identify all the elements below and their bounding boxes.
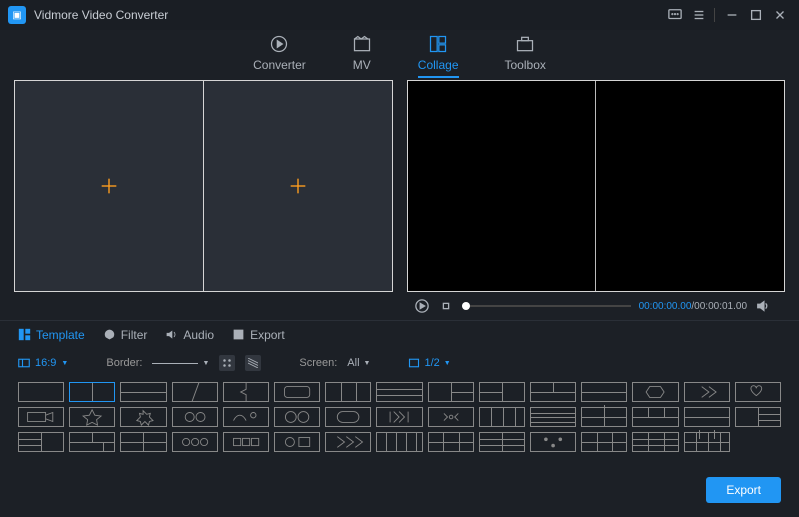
template-item[interactable]: [376, 432, 422, 452]
template-item[interactable]: [632, 382, 678, 402]
app-logo-icon: ▣: [8, 6, 26, 24]
template-item[interactable]: [684, 432, 730, 452]
template-grid: [0, 378, 799, 456]
feedback-icon[interactable]: [664, 4, 686, 26]
template-item[interactable]: [223, 382, 269, 402]
template-item[interactable]: [530, 382, 576, 402]
maximize-icon[interactable]: [745, 4, 767, 26]
subtab-template[interactable]: Template: [18, 328, 85, 342]
playback-bar: 00:00:00.00/00:00:01.00: [400, 292, 786, 320]
template-item[interactable]: [69, 407, 115, 427]
template-item[interactable]: [69, 382, 115, 402]
template-item[interactable]: [120, 432, 166, 452]
template-item[interactable]: [376, 407, 422, 427]
volume-icon[interactable]: [755, 298, 771, 314]
template-item[interactable]: [581, 382, 627, 402]
app-title: Vidmore Video Converter: [34, 8, 168, 22]
tab-converter[interactable]: Converter: [253, 34, 306, 76]
menu-icon[interactable]: [688, 4, 710, 26]
titlebar: ▣ Vidmore Video Converter: [0, 0, 799, 30]
tab-mv[interactable]: MV: [352, 34, 372, 76]
template-item[interactable]: [120, 407, 166, 427]
template-item[interactable]: [684, 382, 730, 402]
preview-cell-2: [596, 81, 784, 291]
template-item[interactable]: [428, 432, 474, 452]
template-item[interactable]: [172, 382, 218, 402]
time-display: 00:00:00.00/00:00:01.00: [639, 301, 747, 312]
template-item[interactable]: [735, 382, 781, 402]
template-item[interactable]: [69, 432, 115, 452]
minimize-icon[interactable]: [721, 4, 743, 26]
template-item[interactable]: [223, 432, 269, 452]
stop-button[interactable]: [438, 298, 454, 314]
template-item[interactable]: [530, 407, 576, 427]
border-label: Border:: [106, 357, 142, 369]
template-item[interactable]: [274, 407, 320, 427]
page-select[interactable]: 1/2▼: [408, 357, 450, 369]
template-item[interactable]: [274, 432, 320, 452]
template-item[interactable]: [18, 407, 64, 427]
template-item[interactable]: [479, 432, 525, 452]
template-item[interactable]: [274, 382, 320, 402]
template-item[interactable]: [172, 407, 218, 427]
main-tabs: Converter MV Collage Toolbox: [0, 30, 799, 80]
border-style-select[interactable]: ▼: [152, 360, 209, 367]
template-item[interactable]: [530, 432, 576, 452]
template-item[interactable]: [428, 382, 474, 402]
template-item[interactable]: [581, 432, 627, 452]
footer: Export: [706, 477, 781, 503]
options-bar: 16:9▼ Border: ▼ Screen: All▼ 1/2▼: [0, 348, 799, 378]
close-icon[interactable]: [769, 4, 791, 26]
template-item[interactable]: [632, 432, 678, 452]
titlebar-divider: [714, 8, 715, 22]
drop-zone-2[interactable]: [204, 81, 392, 291]
template-item[interactable]: [18, 432, 64, 452]
border-color-button[interactable]: [219, 355, 235, 371]
preview-cell-1: [408, 81, 597, 291]
template-item[interactable]: [632, 407, 678, 427]
seek-slider[interactable]: [462, 305, 631, 307]
template-item[interactable]: [479, 407, 525, 427]
aspect-ratio-select[interactable]: 16:9▼: [18, 357, 68, 369]
template-item[interactable]: [223, 407, 269, 427]
screen-select[interactable]: All▼: [347, 357, 370, 369]
template-item[interactable]: [172, 432, 218, 452]
screen-label: Screen:: [299, 357, 337, 369]
template-item[interactable]: [325, 407, 371, 427]
export-button[interactable]: Export: [706, 477, 781, 503]
sub-tabs: Template Filter Audio Export: [0, 320, 799, 348]
template-item[interactable]: [325, 432, 371, 452]
subtab-filter[interactable]: Filter: [103, 328, 148, 342]
template-item[interactable]: [376, 382, 422, 402]
tab-toolbox[interactable]: Toolbox: [505, 34, 546, 76]
template-item[interactable]: [18, 382, 64, 402]
template-item[interactable]: [325, 382, 371, 402]
collage-canvas: [14, 80, 393, 292]
subtab-audio[interactable]: Audio: [165, 328, 214, 342]
play-button[interactable]: [414, 298, 430, 314]
preview-panel: [407, 80, 786, 292]
template-item[interactable]: [479, 382, 525, 402]
border-pattern-button[interactable]: [245, 355, 261, 371]
template-item[interactable]: [735, 407, 781, 427]
template-item[interactable]: [120, 382, 166, 402]
template-item[interactable]: [581, 407, 627, 427]
template-item[interactable]: [684, 407, 730, 427]
template-item[interactable]: [428, 407, 474, 427]
subtab-export[interactable]: Export: [232, 328, 285, 342]
drop-zone-1[interactable]: [15, 81, 204, 291]
tab-collage[interactable]: Collage: [418, 34, 459, 78]
main-area: [0, 80, 799, 292]
